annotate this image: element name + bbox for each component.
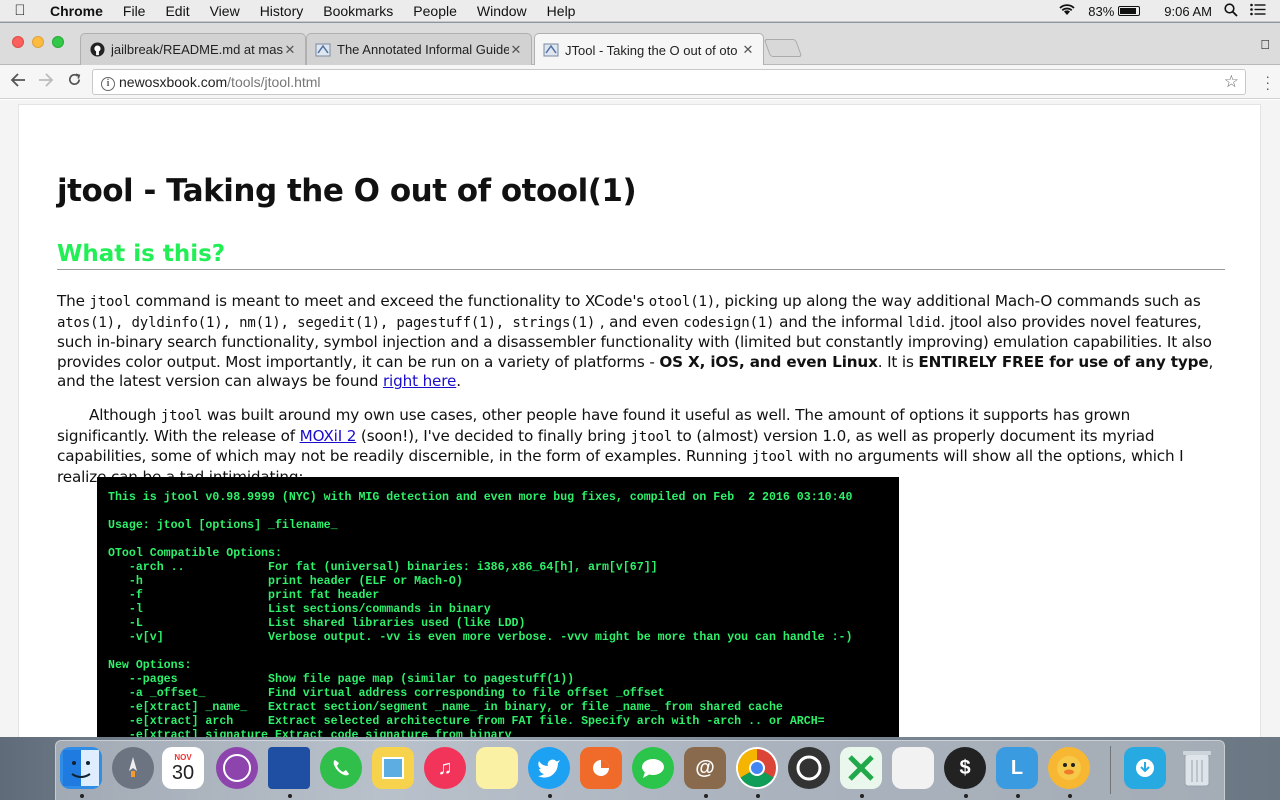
battery-icon xyxy=(1118,5,1141,16)
site-icon xyxy=(315,42,331,58)
battery-percent: 83% xyxy=(1088,3,1115,19)
page-sheet: jtool - Taking the O out of otool(1) Wha… xyxy=(18,104,1261,737)
address-path: /tools/jtool.html xyxy=(227,74,321,90)
site-icon xyxy=(543,42,559,58)
folder-icon[interactable] xyxy=(892,747,934,789)
obs-icon[interactable] xyxy=(788,747,830,789)
running-indicator xyxy=(80,794,84,798)
keynote-blue-icon[interactable]: L xyxy=(996,747,1038,789)
notification-center-icon[interactable] xyxy=(1250,3,1266,19)
calendar-month: NOV xyxy=(174,752,192,762)
wifi-icon[interactable] xyxy=(1058,3,1076,19)
tab-title: jailbreak/README.md at maste xyxy=(111,42,283,57)
terminal-icon[interactable]: $ xyxy=(944,747,986,789)
address-host: newosxbook.com xyxy=(119,74,228,90)
forward-button[interactable] xyxy=(32,71,60,92)
running-indicator xyxy=(704,794,708,798)
back-button[interactable] xyxy=(4,71,32,92)
duck-icon[interactable] xyxy=(1048,747,1090,789)
menu-help[interactable]: Help xyxy=(537,3,586,19)
running-indicator xyxy=(756,794,760,798)
menu-file[interactable]: File xyxy=(113,3,156,19)
running-indicator xyxy=(1068,794,1072,798)
new-tab-button[interactable] xyxy=(763,39,803,57)
close-tab-icon[interactable]: ✕ xyxy=(509,42,523,58)
address-bar[interactable]: i newosxbook.com/tools/jtool.html ☆ xyxy=(92,69,1246,95)
apple-icon[interactable]:  xyxy=(0,2,40,19)
running-indicator xyxy=(1016,794,1020,798)
notebook-icon[interactable] xyxy=(268,747,310,789)
zoom-window-button[interactable] xyxy=(52,36,64,48)
running-indicator xyxy=(964,794,968,798)
tab-github[interactable]: jailbreak/README.md at maste ✕ xyxy=(80,33,306,65)
page-title: jtool - Taking the O out of otool(1) xyxy=(57,173,637,209)
close-tab-icon[interactable]: ✕ xyxy=(283,42,297,58)
page-info-icon[interactable]: i xyxy=(97,73,119,91)
running-indicator xyxy=(860,794,864,798)
notes-icon[interactable] xyxy=(476,747,518,789)
clock[interactable]: 9:06 AM xyxy=(1164,4,1212,19)
tab-title: The Annotated Informal Guide xyxy=(337,42,509,57)
window-controls xyxy=(12,36,64,48)
chrome-menu-icon[interactable]: · · · xyxy=(1265,69,1270,95)
close-tab-icon[interactable]: ✕ xyxy=(741,42,755,58)
page-content: jtool - Taking the O out of otool(1) Wha… xyxy=(57,105,1225,487)
terminal-text: This is jtool v0.98.9999 (NYC) with MIG … xyxy=(108,491,853,737)
menu-history[interactable]: History xyxy=(250,3,314,19)
menu-view[interactable]: View xyxy=(200,3,250,19)
launchpad-icon[interactable] xyxy=(112,747,154,789)
calendar-day: 30 xyxy=(171,761,195,784)
preview-icon[interactable] xyxy=(372,747,414,789)
keynote-icon[interactable] xyxy=(580,747,622,789)
browser-window: jailbreak/README.md at maste ✕ The Annot… xyxy=(0,23,1280,737)
reload-button[interactable] xyxy=(60,71,88,92)
excel-icon[interactable] xyxy=(840,747,882,789)
menu-bookmarks[interactable]: Bookmarks xyxy=(313,3,403,19)
downloads-icon[interactable] xyxy=(1124,747,1166,789)
github-icon xyxy=(89,42,105,58)
tab-annotated-guide[interactable]: The Annotated Informal Guide ✕ xyxy=(306,33,532,65)
intro-paragraph: The jtool command is meant to meet and e… xyxy=(57,292,1214,391)
tab-jtool[interactable]: JTool - Taking the O out of oto ✕ xyxy=(534,33,764,66)
tab-strip: jailbreak/README.md at maste ✕ The Annot… xyxy=(0,23,1280,66)
facetime-icon[interactable] xyxy=(320,747,362,789)
battery-status[interactable]: 83% xyxy=(1088,3,1141,19)
section-heading: What is this? xyxy=(57,241,1225,270)
trash-icon[interactable] xyxy=(1176,747,1218,789)
page-viewport: jtool - Taking the O out of otool(1) Wha… xyxy=(0,100,1280,737)
dock-separator xyxy=(1110,746,1111,794)
spotlight-icon[interactable] xyxy=(1224,2,1238,20)
music-icon[interactable]: ♫ xyxy=(424,747,466,789)
calendar-icon[interactable]: NOV 30 xyxy=(162,747,204,789)
minimize-window-button[interactable] xyxy=(32,36,44,48)
menu-edit[interactable]: Edit xyxy=(155,3,199,19)
close-window-button[interactable] xyxy=(12,36,24,48)
running-indicator xyxy=(548,794,552,798)
contacts-icon[interactable]: @ xyxy=(684,747,726,789)
right-here-link[interactable]: right here xyxy=(383,372,456,390)
menu-window[interactable]: Window xyxy=(467,3,537,19)
terminal-output: This is jtool v0.98.9999 (NYC) with MIG … xyxy=(97,477,899,737)
chrome-icon[interactable] xyxy=(736,747,778,789)
running-indicator xyxy=(288,794,292,798)
moxii-link[interactable]: MOXiI 2 xyxy=(300,427,357,445)
menu-app-name[interactable]: Chrome xyxy=(40,3,113,19)
finder-icon[interactable] xyxy=(60,747,102,789)
bookmark-star-icon[interactable]: ☆ xyxy=(1224,72,1239,92)
second-paragraph: Although jtool was built around my own u… xyxy=(57,405,1184,486)
twitter-icon[interactable] xyxy=(528,747,570,789)
messages-icon[interactable] xyxy=(632,747,674,789)
browser-toolbar: i newosxbook.com/tools/jtool.html ☆ · · · xyxy=(0,65,1280,99)
menu-people[interactable]: People xyxy=(403,3,467,19)
safari-icon[interactable] xyxy=(216,747,258,789)
menu-bar:  Chrome File Edit View History Bookmark… xyxy=(0,0,1280,22)
tab-title: JTool - Taking the O out of oto xyxy=(565,42,738,58)
apple-icon[interactable]:  xyxy=(1260,37,1270,52)
